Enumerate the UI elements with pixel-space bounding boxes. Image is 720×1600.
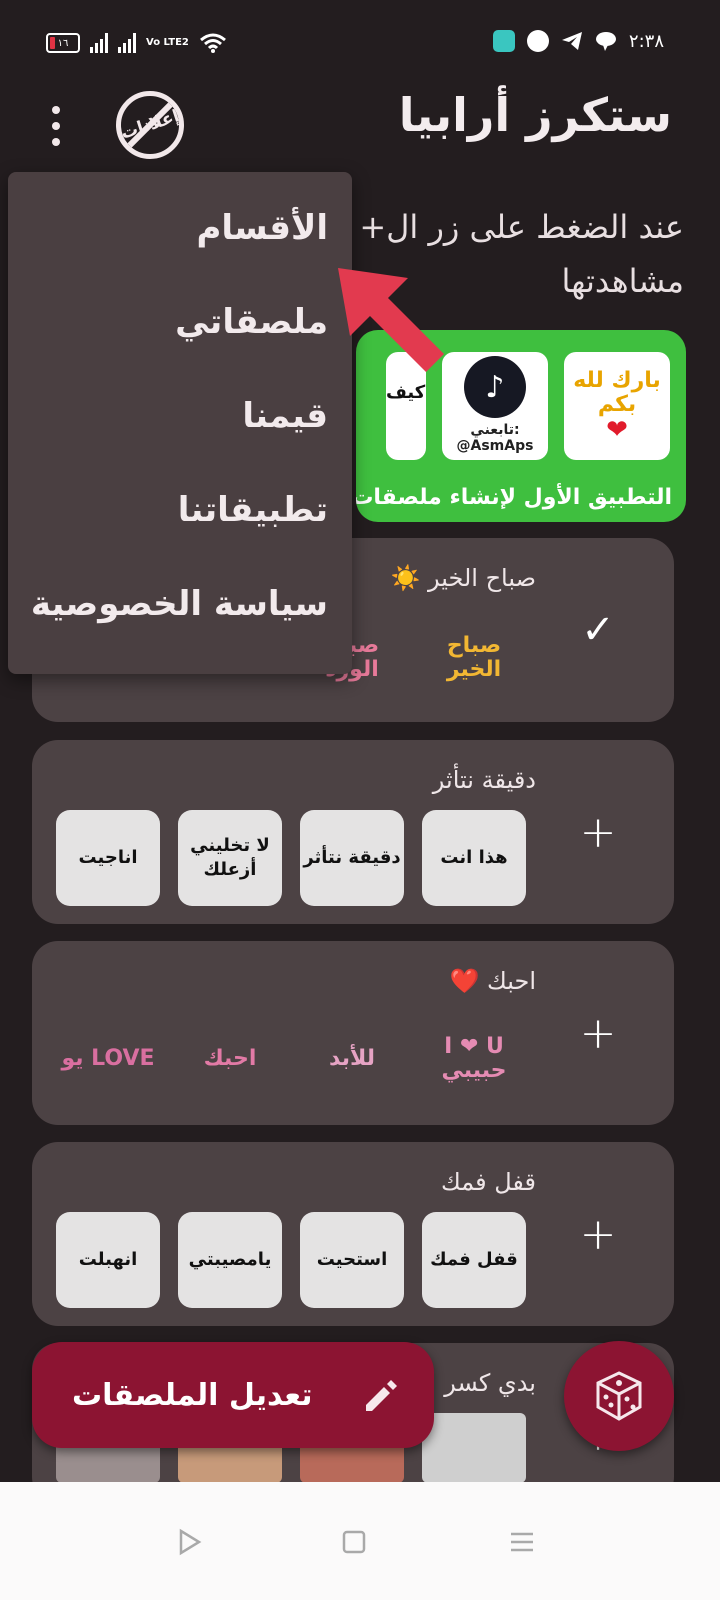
app-bar: ستكرز أرابيا إعلانات	[0, 88, 720, 178]
add-pack-plus-icon[interactable]: +	[578, 1008, 618, 1059]
system-navigation-bar	[0, 1482, 720, 1600]
menu-item-categories[interactable]: الأقسام	[196, 208, 328, 248]
sticker: للأبد	[329, 1046, 375, 1071]
battery-level: ١٦	[57, 37, 69, 49]
more-options-icon[interactable]	[42, 106, 70, 146]
sticker: لا تخليني أزعلك	[178, 810, 282, 906]
dice-icon	[596, 1371, 642, 1421]
edit-stickers-label: تعديل الملصقات	[72, 1377, 313, 1413]
menu-item-rate-us[interactable]: قيمنا	[242, 396, 328, 436]
back-nav-icon[interactable]	[168, 1522, 208, 1562]
battery-icon: ١٦	[46, 33, 80, 53]
telegram-icon	[561, 32, 582, 50]
banner-caption: التطبيق الأول لإنشاء ملصقات	[356, 485, 672, 510]
sticker: صباح الخير	[446, 633, 502, 682]
pointer-arrow	[338, 268, 444, 372]
sticker-photo	[422, 1413, 526, 1483]
banner-card-blessing-text: بارك لله بكم	[573, 368, 661, 417]
edit-stickers-button[interactable]: تعديل الملصقات	[32, 1342, 434, 1448]
signal-icon	[90, 33, 108, 53]
menu-item-my-stickers[interactable]: ملصقاتي	[175, 302, 328, 342]
sticker-pack-card[interactable]: قفل فمك + قفل فمك استحيت يامصيبتي انهبلت	[32, 1142, 674, 1326]
chat-icon	[595, 32, 616, 51]
pack-stickers: هذا انت دقيقة نتأثر لا تخليني أزعلك اناج…	[56, 810, 526, 906]
status-left: ١٦ Vo LTE2	[46, 32, 227, 54]
banner-handle: @AsmAps	[456, 438, 534, 454]
sticker: قفل فمك	[422, 1212, 526, 1308]
sticker: اناجيت	[56, 810, 160, 906]
overflow-menu: الأقسام ملصقاتي قيمنا تطبيقاتنا سياسة ال…	[8, 172, 352, 674]
status-right: ٢:٣٨	[492, 30, 664, 52]
sticker-pack-card[interactable]: دقيقة نتأثر + هذا انت دقيقة نتأثر لا تخل…	[32, 740, 674, 924]
sticker-pack-card[interactable]: احبك ❤️ + I ❤ U حبيبي للأبد احبك LOVE يو	[32, 941, 674, 1125]
banner-card-blessing: بارك لله بكم ❤	[564, 352, 670, 460]
volte-label: Vo LTE2	[146, 37, 189, 48]
app-notification-icon	[492, 30, 515, 52]
add-pack-plus-icon[interactable]: +	[578, 807, 618, 858]
sticker: استحيت	[300, 1212, 404, 1308]
add-pack-plus-icon[interactable]: +	[578, 1209, 618, 1260]
clock: ٢:٣٨	[628, 30, 664, 52]
wifi-icon	[199, 33, 226, 53]
heart-icon: ❤	[606, 415, 628, 445]
app-title: ستكرز أرابيا	[398, 88, 672, 142]
pencil-icon	[366, 1380, 397, 1411]
pack-title: بدي كسر	[444, 1369, 536, 1397]
menu-item-our-apps[interactable]: تطبيقاتنا	[178, 490, 328, 530]
status-bar: ١٦ Vo LTE2 ٢:٣٨	[0, 0, 720, 88]
sticker: I ❤ U حبيبي	[441, 1034, 507, 1083]
pack-stickers: I ❤ U حبيبي للأبد احبك LOVE يو	[56, 1011, 526, 1107]
pack-added-check-icon[interactable]: ✓	[578, 607, 618, 653]
signal-icon	[118, 33, 136, 53]
pack-title: دقيقة نتأثر	[432, 766, 536, 794]
pack-title: صباح الخير ☀️	[390, 564, 536, 592]
home-nav-icon[interactable]	[334, 1522, 374, 1562]
sticker: انهبلت	[56, 1212, 160, 1308]
recents-nav-icon[interactable]	[502, 1522, 542, 1562]
pack-title: قفل فمك	[441, 1168, 536, 1196]
remove-ads-button[interactable]: إعلانات	[116, 91, 184, 159]
sticker: هذا انت	[422, 810, 526, 906]
pack-stickers: قفل فمك استحيت يامصيبتي انهبلت	[56, 1212, 526, 1308]
tiktok-icon: ♪	[464, 356, 526, 418]
banner-follow-label: تابعني:	[470, 422, 520, 438]
sticker: LOVE يو	[61, 1046, 155, 1071]
no-ads-label: إعلانات	[118, 106, 182, 144]
sticker: دقيقة نتأثر	[300, 810, 404, 906]
random-pack-button[interactable]	[564, 1341, 674, 1451]
sticker: احبك	[203, 1046, 257, 1071]
sticker: يامصيبتي	[178, 1212, 282, 1308]
messenger-icon	[526, 30, 549, 52]
pack-title: احبك ❤️	[449, 967, 536, 995]
menu-item-privacy-policy[interactable]: سياسة الخصوصية	[31, 584, 328, 624]
